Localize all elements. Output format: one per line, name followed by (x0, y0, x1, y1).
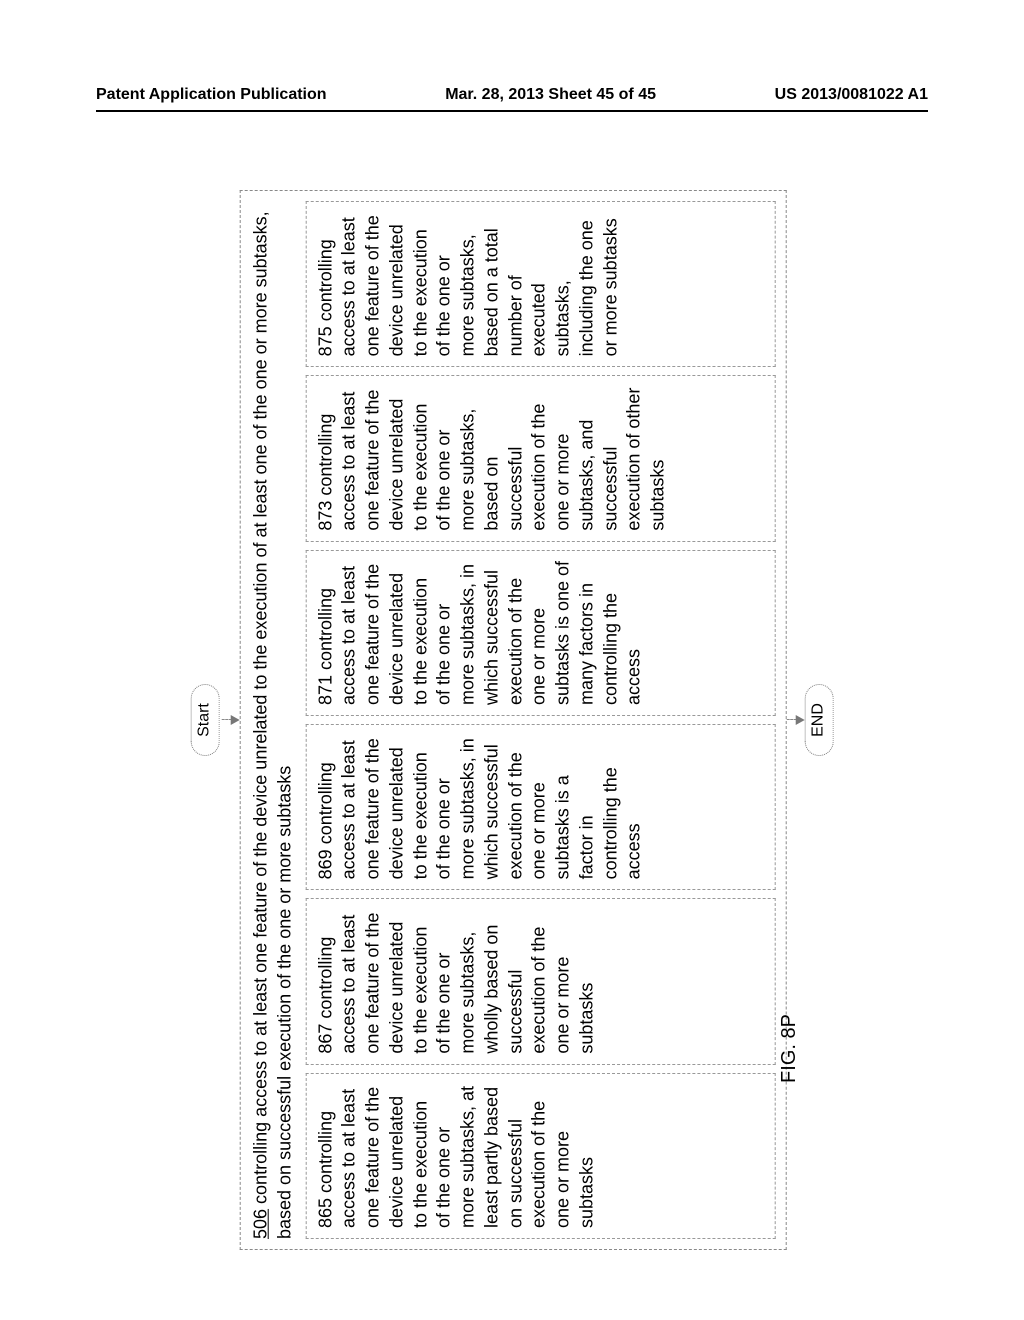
step-506-number: 506 (251, 1209, 271, 1239)
substep-875: 875 controlling access to at least one f… (305, 201, 775, 367)
substep-873: 873 controlling access to at least one f… (305, 375, 775, 541)
start-node: Start (191, 684, 220, 756)
step-506-title: 506 controlling access to at least one f… (249, 201, 298, 1239)
figure-label: FIG. 8P (778, 1014, 801, 1083)
substeps-grid: 865 controlling access to at least one f… (305, 201, 775, 1239)
substep-865: 865 controlling access to at least one f… (305, 1073, 775, 1239)
arrow-down-icon (222, 715, 240, 725)
figure-rotated: Start 506 controlling access to at least… (191, 190, 834, 1250)
header-rule (96, 110, 928, 112)
substep-867: 867 controlling access to at least one f… (305, 898, 775, 1064)
step-506-text: controlling access to at least one featu… (251, 211, 295, 1239)
end-node: END (804, 684, 833, 756)
step-506-box: 506 controlling access to at least one f… (240, 190, 787, 1250)
substep-869: 869 controlling access to at least one f… (305, 724, 775, 890)
page-header: Patent Application Publication Mar. 28, … (0, 0, 1024, 110)
header-left: Patent Application Publication (96, 86, 327, 104)
header-right: US 2013/0081022 A1 (775, 86, 928, 104)
arrow-down-icon (786, 715, 804, 725)
header-mid: Mar. 28, 2013 Sheet 45 of 45 (445, 86, 656, 104)
substep-871: 871 controlling access to at least one f… (305, 550, 775, 716)
